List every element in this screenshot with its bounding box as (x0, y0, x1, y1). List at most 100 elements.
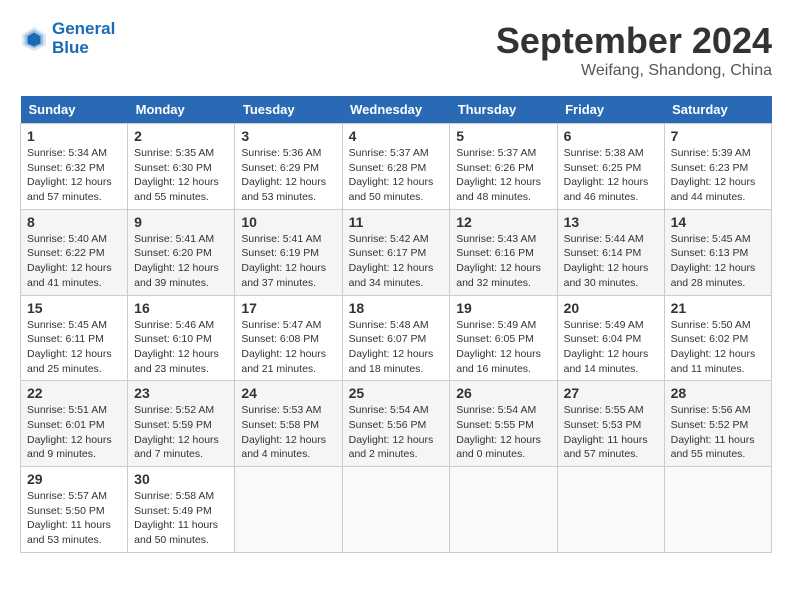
day-info: Sunrise: 5:54 AMSunset: 5:56 PMDaylight:… (349, 404, 434, 460)
calendar-cell: 19 Sunrise: 5:49 AMSunset: 6:05 PMDaylig… (450, 295, 557, 381)
location: Weifang, Shandong, China (496, 62, 772, 80)
day-number: 9 (134, 214, 228, 230)
calendar-cell: 27 Sunrise: 5:55 AMSunset: 5:53 PMDaylig… (557, 381, 664, 467)
calendar-cell: 30 Sunrise: 5:58 AMSunset: 5:49 PMDaylig… (128, 467, 235, 553)
day-number: 29 (27, 471, 121, 487)
calendar-week-1: 1 Sunrise: 5:34 AMSunset: 6:32 PMDayligh… (21, 124, 772, 210)
month-year: September 2024 (496, 20, 772, 62)
day-number: 2 (134, 128, 228, 144)
calendar-cell: 6 Sunrise: 5:38 AMSunset: 6:25 PMDayligh… (557, 124, 664, 210)
day-number: 18 (349, 300, 444, 316)
day-number: 5 (456, 128, 550, 144)
calendar-week-3: 15 Sunrise: 5:45 AMSunset: 6:11 PMDaylig… (21, 295, 772, 381)
day-info: Sunrise: 5:50 AMSunset: 6:02 PMDaylight:… (671, 319, 756, 375)
day-info: Sunrise: 5:52 AMSunset: 5:59 PMDaylight:… (134, 404, 219, 460)
day-info: Sunrise: 5:58 AMSunset: 5:49 PMDaylight:… (134, 490, 218, 546)
weekday-header-row: SundayMondayTuesdayWednesdayThursdayFrid… (21, 96, 772, 124)
calendar-cell: 20 Sunrise: 5:49 AMSunset: 6:04 PMDaylig… (557, 295, 664, 381)
weekday-header-sunday: Sunday (21, 96, 128, 124)
calendar-cell: 9 Sunrise: 5:41 AMSunset: 6:20 PMDayligh… (128, 209, 235, 295)
calendar-cell: 23 Sunrise: 5:52 AMSunset: 5:59 PMDaylig… (128, 381, 235, 467)
day-info: Sunrise: 5:49 AMSunset: 6:04 PMDaylight:… (564, 319, 649, 375)
calendar-cell: 28 Sunrise: 5:56 AMSunset: 5:52 PMDaylig… (664, 381, 771, 467)
day-info: Sunrise: 5:34 AMSunset: 6:32 PMDaylight:… (27, 147, 112, 203)
day-info: Sunrise: 5:46 AMSunset: 6:10 PMDaylight:… (134, 319, 219, 375)
calendar-cell: 26 Sunrise: 5:54 AMSunset: 5:55 PMDaylig… (450, 381, 557, 467)
day-info: Sunrise: 5:56 AMSunset: 5:52 PMDaylight:… (671, 404, 755, 460)
day-number: 24 (241, 385, 335, 401)
day-number: 26 (456, 385, 550, 401)
day-number: 21 (671, 300, 765, 316)
day-number: 10 (241, 214, 335, 230)
calendar-cell: 8 Sunrise: 5:40 AMSunset: 6:22 PMDayligh… (21, 209, 128, 295)
weekday-header-friday: Friday (557, 96, 664, 124)
day-number: 14 (671, 214, 765, 230)
calendar-cell: 16 Sunrise: 5:46 AMSunset: 6:10 PMDaylig… (128, 295, 235, 381)
calendar-cell: 1 Sunrise: 5:34 AMSunset: 6:32 PMDayligh… (21, 124, 128, 210)
day-info: Sunrise: 5:48 AMSunset: 6:07 PMDaylight:… (349, 319, 434, 375)
calendar-cell: 12 Sunrise: 5:43 AMSunset: 6:16 PMDaylig… (450, 209, 557, 295)
day-number: 8 (27, 214, 121, 230)
day-info: Sunrise: 5:45 AMSunset: 6:13 PMDaylight:… (671, 233, 756, 289)
calendar-cell: 25 Sunrise: 5:54 AMSunset: 5:56 PMDaylig… (342, 381, 450, 467)
logo-text: General Blue (52, 20, 115, 57)
day-number: 12 (456, 214, 550, 230)
calendar-cell: 18 Sunrise: 5:48 AMSunset: 6:07 PMDaylig… (342, 295, 450, 381)
day-number: 13 (564, 214, 658, 230)
calendar-cell (235, 467, 342, 553)
day-number: 19 (456, 300, 550, 316)
day-info: Sunrise: 5:36 AMSunset: 6:29 PMDaylight:… (241, 147, 326, 203)
calendar-week-2: 8 Sunrise: 5:40 AMSunset: 6:22 PMDayligh… (21, 209, 772, 295)
day-info: Sunrise: 5:39 AMSunset: 6:23 PMDaylight:… (671, 147, 756, 203)
calendar-cell: 24 Sunrise: 5:53 AMSunset: 5:58 PMDaylig… (235, 381, 342, 467)
day-info: Sunrise: 5:44 AMSunset: 6:14 PMDaylight:… (564, 233, 649, 289)
logo: General Blue (20, 20, 115, 57)
weekday-header-tuesday: Tuesday (235, 96, 342, 124)
day-info: Sunrise: 5:41 AMSunset: 6:20 PMDaylight:… (134, 233, 219, 289)
day-info: Sunrise: 5:40 AMSunset: 6:22 PMDaylight:… (27, 233, 112, 289)
calendar-cell: 2 Sunrise: 5:35 AMSunset: 6:30 PMDayligh… (128, 124, 235, 210)
calendar-week-5: 29 Sunrise: 5:57 AMSunset: 5:50 PMDaylig… (21, 467, 772, 553)
weekday-header-saturday: Saturday (664, 96, 771, 124)
calendar-cell (342, 467, 450, 553)
calendar-cell: 10 Sunrise: 5:41 AMSunset: 6:19 PMDaylig… (235, 209, 342, 295)
day-info: Sunrise: 5:45 AMSunset: 6:11 PMDaylight:… (27, 319, 112, 375)
day-info: Sunrise: 5:37 AMSunset: 6:28 PMDaylight:… (349, 147, 434, 203)
day-number: 28 (671, 385, 765, 401)
day-info: Sunrise: 5:38 AMSunset: 6:25 PMDaylight:… (564, 147, 649, 203)
calendar-table: SundayMondayTuesdayWednesdayThursdayFrid… (20, 96, 772, 553)
calendar-cell: 22 Sunrise: 5:51 AMSunset: 6:01 PMDaylig… (21, 381, 128, 467)
day-info: Sunrise: 5:49 AMSunset: 6:05 PMDaylight:… (456, 319, 541, 375)
day-info: Sunrise: 5:35 AMSunset: 6:30 PMDaylight:… (134, 147, 219, 203)
day-number: 17 (241, 300, 335, 316)
day-info: Sunrise: 5:42 AMSunset: 6:17 PMDaylight:… (349, 233, 434, 289)
calendar-cell: 14 Sunrise: 5:45 AMSunset: 6:13 PMDaylig… (664, 209, 771, 295)
day-number: 1 (27, 128, 121, 144)
calendar-cell: 17 Sunrise: 5:47 AMSunset: 6:08 PMDaylig… (235, 295, 342, 381)
weekday-header-thursday: Thursday (450, 96, 557, 124)
day-number: 27 (564, 385, 658, 401)
day-number: 7 (671, 128, 765, 144)
calendar-cell: 21 Sunrise: 5:50 AMSunset: 6:02 PMDaylig… (664, 295, 771, 381)
day-number: 16 (134, 300, 228, 316)
page-header: General Blue September 2024 Weifang, Sha… (20, 20, 772, 80)
title-block: September 2024 Weifang, Shandong, China (496, 20, 772, 80)
weekday-header-monday: Monday (128, 96, 235, 124)
day-number: 6 (564, 128, 658, 144)
day-number: 15 (27, 300, 121, 316)
day-number: 4 (349, 128, 444, 144)
calendar-cell (557, 467, 664, 553)
day-number: 30 (134, 471, 228, 487)
calendar-week-4: 22 Sunrise: 5:51 AMSunset: 6:01 PMDaylig… (21, 381, 772, 467)
calendar-cell: 15 Sunrise: 5:45 AMSunset: 6:11 PMDaylig… (21, 295, 128, 381)
calendar-cell: 3 Sunrise: 5:36 AMSunset: 6:29 PMDayligh… (235, 124, 342, 210)
calendar-cell (450, 467, 557, 553)
day-number: 11 (349, 214, 444, 230)
day-info: Sunrise: 5:47 AMSunset: 6:08 PMDaylight:… (241, 319, 326, 375)
calendar-cell (664, 467, 771, 553)
day-info: Sunrise: 5:51 AMSunset: 6:01 PMDaylight:… (27, 404, 112, 460)
day-info: Sunrise: 5:41 AMSunset: 6:19 PMDaylight:… (241, 233, 326, 289)
day-number: 23 (134, 385, 228, 401)
calendar-cell: 5 Sunrise: 5:37 AMSunset: 6:26 PMDayligh… (450, 124, 557, 210)
logo-icon (20, 25, 48, 53)
